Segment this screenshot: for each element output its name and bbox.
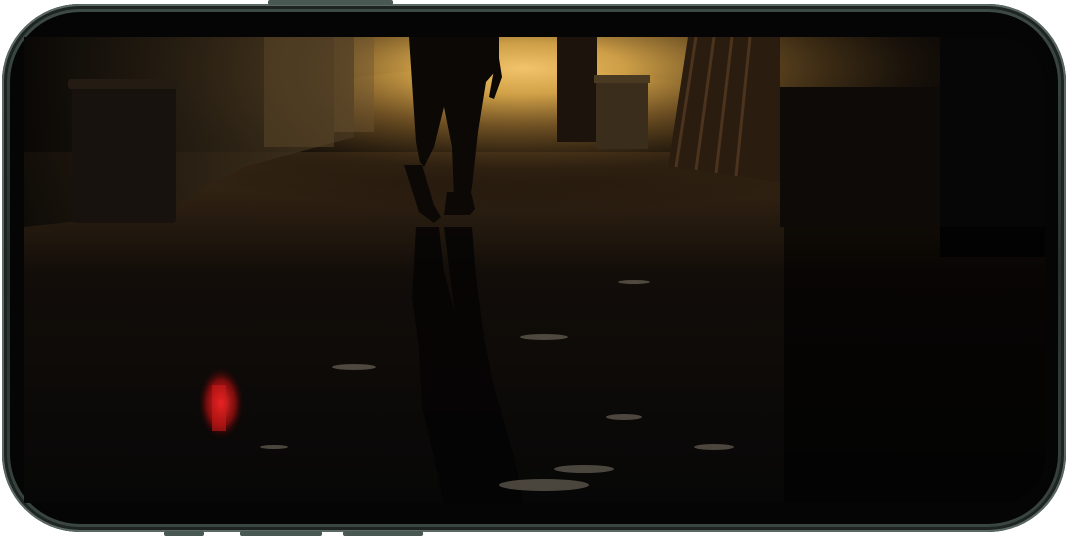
video-frame [24,37,1045,503]
volume-up-button [240,531,322,536]
power-button [268,0,393,5]
volume-down-button [343,531,423,536]
phone-screen [24,37,1045,503]
mute-switch [164,531,204,536]
